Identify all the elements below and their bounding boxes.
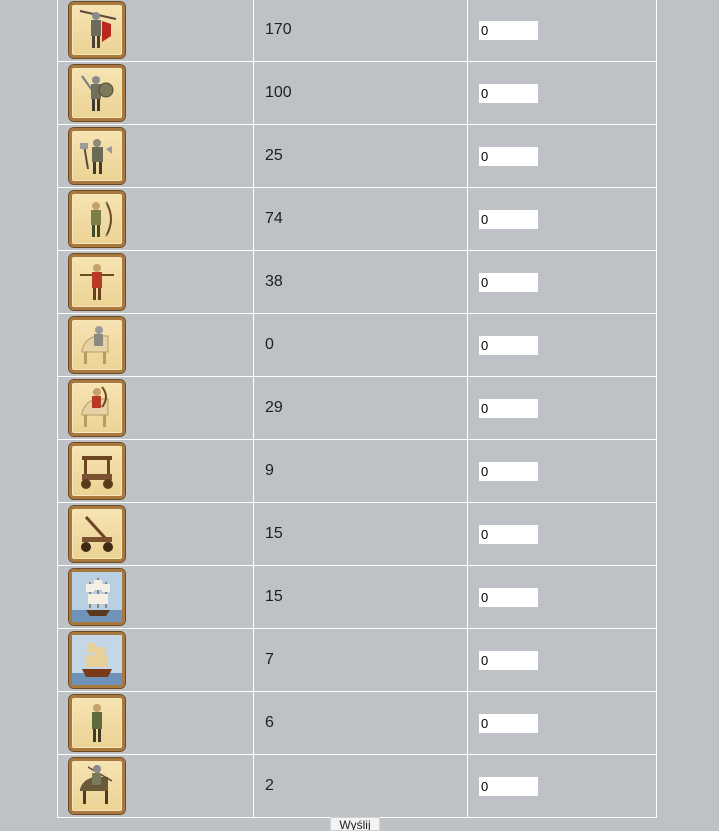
unit-quantity-input[interactable] (479, 146, 538, 166)
unit-count: 100 (253, 61, 468, 125)
unit-quantity-input[interactable] (479, 272, 538, 292)
unit-row: 15 (57, 565, 657, 629)
transport-ship-icon (69, 569, 125, 625)
unit-count: 7 (253, 628, 468, 692)
unit-icon-cell (57, 628, 254, 692)
unit-row: 7 (57, 628, 657, 692)
catapult-icon (69, 506, 125, 562)
unit-row: 29 (57, 376, 657, 440)
unit-icon-cell (57, 250, 254, 314)
unit-quantity-input[interactable] (479, 335, 538, 355)
unit-row: 74 (57, 187, 657, 251)
armored-knight-icon (69, 317, 125, 373)
unit-count: 29 (253, 376, 468, 440)
unit-quantity-input[interactable] (479, 20, 538, 40)
unit-icon-cell (57, 0, 254, 62)
swordsman-icon (69, 65, 125, 121)
unit-row: 0 (57, 313, 657, 377)
crossbowman-icon (69, 254, 125, 310)
unit-quantity-input[interactable] (479, 461, 538, 481)
unit-quantity-cell (467, 124, 657, 188)
unit-icon-cell (57, 187, 254, 251)
unit-count: 0 (253, 313, 468, 377)
unit-icon-cell (57, 565, 254, 629)
unit-icon-cell (57, 61, 254, 125)
unit-row: 15 (57, 502, 657, 566)
unit-row: 25 (57, 124, 657, 188)
unit-icon-cell (57, 313, 254, 377)
unit-row: 38 (57, 250, 657, 314)
unit-quantity-cell (467, 502, 657, 566)
send-button[interactable]: Wyślij (330, 817, 380, 831)
unit-icon-cell (57, 376, 254, 440)
axeman-icon (69, 128, 125, 184)
unit-quantity-cell (467, 0, 657, 62)
unit-count: 2 (253, 754, 468, 818)
units-table: 170 100 25 74 38 (57, 0, 657, 818)
galleon-icon (69, 632, 125, 688)
unit-row: 6 (57, 691, 657, 755)
light-cavalry-icon (69, 758, 125, 814)
unit-quantity-cell (467, 628, 657, 692)
unit-count: 15 (253, 502, 468, 566)
archer-icon (69, 191, 125, 247)
unit-quantity-input[interactable] (479, 650, 538, 670)
unit-quantity-input[interactable] (479, 713, 538, 733)
unit-quantity-cell (467, 61, 657, 125)
unit-quantity-cell (467, 376, 657, 440)
unit-quantity-cell (467, 565, 657, 629)
unit-icon-cell (57, 691, 254, 755)
mounted-archer-icon (69, 380, 125, 436)
unit-quantity-cell (467, 313, 657, 377)
unit-icon-cell (57, 124, 254, 188)
unit-quantity-cell (467, 250, 657, 314)
unit-row: 170 (57, 0, 657, 62)
scout-icon (69, 695, 125, 751)
unit-count: 6 (253, 691, 468, 755)
unit-count: 15 (253, 565, 468, 629)
unit-icon-cell (57, 502, 254, 566)
unit-quantity-input[interactable] (479, 209, 538, 229)
unit-quantity-input[interactable] (479, 776, 538, 796)
unit-quantity-cell (467, 187, 657, 251)
unit-quantity-input[interactable] (479, 524, 538, 544)
ram-icon (69, 443, 125, 499)
unit-row: 100 (57, 61, 657, 125)
unit-count: 170 (253, 0, 468, 62)
spearman-icon (69, 2, 125, 58)
unit-count: 74 (253, 187, 468, 251)
unit-icon-cell (57, 754, 254, 818)
unit-count: 38 (253, 250, 468, 314)
unit-quantity-input[interactable] (479, 398, 538, 418)
unit-quantity-cell (467, 754, 657, 818)
unit-count: 9 (253, 439, 468, 503)
unit-quantity-input[interactable] (479, 83, 538, 103)
unit-row: 2 (57, 754, 657, 818)
unit-quantity-cell (467, 439, 657, 503)
unit-row: 9 (57, 439, 657, 503)
unit-quantity-input[interactable] (479, 587, 538, 607)
unit-quantity-cell (467, 691, 657, 755)
unit-icon-cell (57, 439, 254, 503)
unit-count: 25 (253, 124, 468, 188)
